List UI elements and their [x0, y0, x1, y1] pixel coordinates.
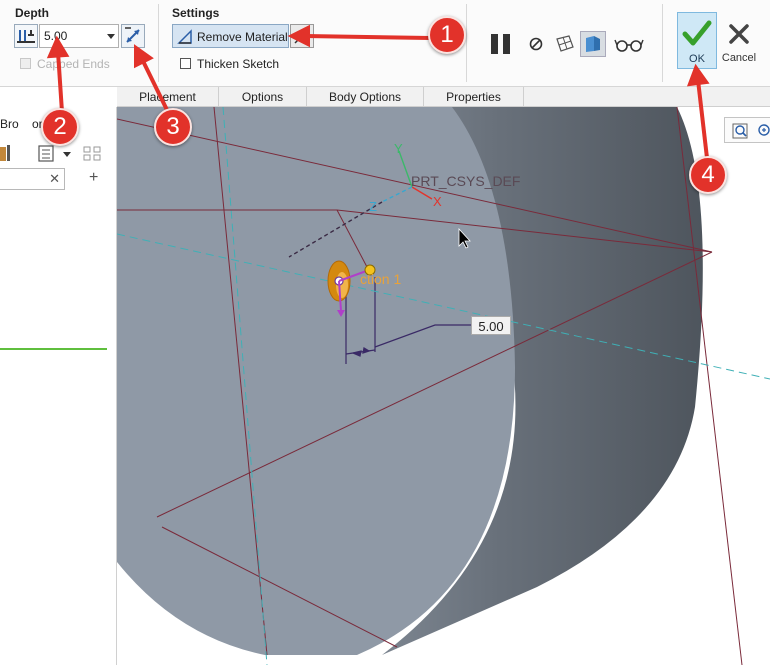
glasses-icon [614, 39, 644, 52]
depth-group-title: Depth [15, 6, 49, 20]
pause-icon [491, 34, 510, 54]
depth-dimension[interactable]: 5.00 [471, 316, 511, 335]
capped-ends-label: Capped Ends [37, 57, 110, 71]
remove-material-button[interactable]: Remove Material [172, 24, 289, 48]
ok-label: OK [689, 53, 705, 65]
callout-1: 1 [428, 16, 466, 54]
remove-material-icon [177, 29, 192, 44]
zoom-fit-icon [732, 123, 748, 139]
mesh-preview-icon [556, 35, 574, 52]
tree-toolbar [0, 143, 117, 165]
thicken-sketch-label: Thicken Sketch [197, 57, 280, 71]
ribbon: Depth 5.00 Capped Ends Settings Remove M… [0, 0, 770, 87]
axis-y-label: Y [394, 141, 403, 156]
depth-value: 5.00 [44, 29, 68, 43]
depth-value-field[interactable]: 5.00 [39, 24, 119, 48]
tab-body-options[interactable]: Body Options [307, 87, 424, 107]
no-preview-icon [529, 37, 543, 51]
verify-preview-button[interactable] [580, 31, 606, 57]
section-label: ction 1 [360, 271, 402, 287]
thicken-sketch-checkbox[interactable]: Thicken Sketch [180, 57, 279, 71]
remove-material-label: Remove Material [197, 30, 288, 44]
capped-ends-checkbox: Capped Ends [20, 57, 110, 71]
blind-depth-icon[interactable] [14, 24, 38, 48]
tab-browser[interactable]: Bro [0, 117, 19, 131]
glasses-button[interactable] [614, 31, 644, 57]
settings-group-title: Settings [172, 6, 220, 20]
group-divider [662, 4, 663, 82]
callout-2: 2 [41, 108, 79, 146]
tree-insert-indicator [0, 348, 107, 350]
cancel-button[interactable]: Cancel [719, 12, 759, 69]
x-icon [729, 24, 749, 44]
pause-button[interactable] [488, 31, 514, 57]
mesh-preview-button[interactable] [553, 31, 579, 57]
dashboard-tabs: Placement Options Body Options Propertie… [117, 87, 770, 107]
no-preview-button[interactable] [526, 31, 552, 57]
callout-4: 4 [689, 156, 727, 194]
tab-properties[interactable]: Properties [424, 87, 524, 107]
add-icon[interactable]: + [89, 169, 98, 187]
ok-button[interactable]: OK [677, 12, 717, 69]
model-geometry [117, 107, 770, 665]
axis-z-label: Z [369, 199, 377, 214]
tree-search-input[interactable]: ✕ [0, 168, 65, 190]
axis-x-label: X [433, 194, 442, 209]
material-side-icon [294, 28, 310, 44]
group-divider [158, 4, 159, 82]
left-panel: Bro orites ✕ + [0, 107, 117, 665]
tab-placement[interactable]: Placement [117, 87, 219, 107]
material-side-button[interactable] [290, 24, 314, 48]
csys-label: PRT_CSYS_DEF [411, 173, 521, 189]
tab-options[interactable]: Options [219, 87, 307, 107]
zoom-in-icon [758, 124, 770, 136]
verify-preview-icon [586, 36, 600, 52]
clear-icon[interactable]: ✕ [49, 171, 60, 187]
group-divider [466, 4, 467, 82]
chevron-down-icon[interactable] [107, 34, 115, 39]
checkmark-icon [682, 20, 712, 46]
checkbox-box[interactable] [180, 58, 191, 69]
flip-direction-button[interactable] [121, 24, 145, 48]
checkbox-box [20, 58, 31, 69]
flip-direction-icon [125, 27, 140, 43]
graphics-viewport[interactable]: Y Z X PRT_CSYS_DEF ction 1 5.00 [117, 107, 770, 665]
callout-3: 3 [154, 108, 192, 146]
cancel-label: Cancel [721, 52, 757, 64]
graphics-toolbar [724, 117, 770, 143]
